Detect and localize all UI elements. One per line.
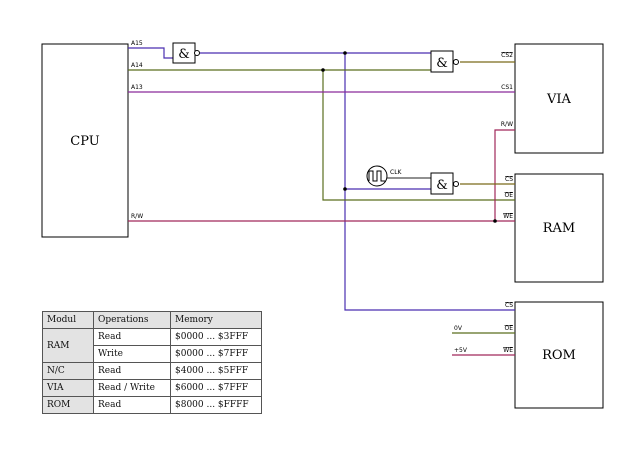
a15-junction-1 [343, 51, 347, 55]
label-ram-oe: OE [504, 192, 513, 199]
cell-ram-modul: RAM [42, 328, 94, 363]
rom-label: ROM [542, 348, 576, 363]
a14-junction [321, 68, 325, 72]
header-modul: Modul [42, 311, 94, 329]
header-operations: Operations [93, 311, 171, 329]
label-cs1: CS1 [501, 84, 513, 91]
label-ram-we: WE [503, 213, 513, 220]
nand-gate-3: & [430, 172, 459, 195]
cell-memory: $0000 ... $7FFF [170, 345, 262, 363]
label-clk: CLK [390, 169, 403, 176]
table-row: N/C Read $4000 ... $5FFF [42, 362, 262, 380]
cell-memory: $8000 ... $FFFF [170, 396, 262, 414]
label-rom-cs: CS [505, 302, 513, 309]
gate-3-symbol: & [436, 178, 448, 193]
label-0v: 0V [454, 325, 463, 332]
via-label: VIA [546, 92, 572, 107]
label-5v: +5V [454, 347, 468, 354]
table-header-row: Modul Operations Memory [42, 311, 262, 329]
cell-operation: Read [93, 362, 171, 380]
cell-modul: VIA [42, 379, 94, 397]
table-row: VIA Read / Write $6000 ... $7FFF [42, 379, 262, 397]
ram-label: RAM [543, 221, 576, 236]
label-rom-oe: OE [504, 325, 513, 332]
label-a15: A15 [131, 40, 143, 47]
gate-2-symbol: & [436, 56, 448, 71]
memory-map-table: Modul Operations Memory RAM Read $0000 .… [42, 311, 262, 414]
cell-operation: Read [93, 396, 171, 414]
table-row: ROM Read $8000 ... $FFFF [42, 396, 262, 414]
cell-operation: Read [93, 328, 171, 346]
label-ram-cs: CS [505, 176, 513, 183]
cell-memory: $0000 ... $3FFF [170, 328, 262, 346]
cell-memory: $6000 ... $7FFF [170, 379, 262, 397]
cpu-label: CPU [70, 134, 99, 149]
label-cs2: CS2 [501, 52, 513, 59]
gate-1-symbol: & [178, 47, 190, 62]
cell-modul: N/C [42, 362, 94, 380]
label-a13: A13 [131, 84, 143, 91]
label-rom-we: WE [503, 347, 513, 354]
label-via-rw: R/W [501, 121, 513, 128]
header-memory: Memory [170, 311, 262, 329]
cell-modul: ROM [42, 396, 94, 414]
clock-source-icon [366, 165, 388, 187]
table-row: RAM Read $0000 ... $3FFF [42, 328, 262, 363]
nand-gate-1: & [172, 42, 200, 64]
a15-junction-2 [343, 187, 347, 191]
nand-gate-2: & [430, 50, 459, 73]
cell-memory: $4000 ... $5FFF [170, 362, 262, 380]
label-a14: A14 [131, 62, 143, 69]
a15-wire [128, 47, 515, 311]
cell-operation: Write [93, 345, 171, 363]
rw-wire [128, 129, 515, 222]
cell-operation: Read / Write [93, 379, 171, 397]
a14-wire [128, 69, 515, 201]
label-cpu-rw: R/W [131, 213, 143, 220]
rw-junction [493, 219, 497, 223]
